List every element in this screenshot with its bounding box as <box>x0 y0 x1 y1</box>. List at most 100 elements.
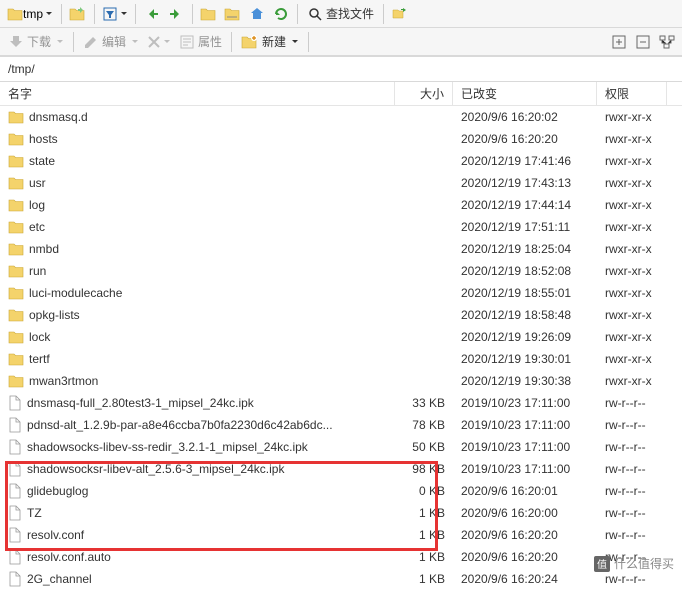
item-perm: rw-r--r-- <box>597 394 667 412</box>
home-button[interactable] <box>246 3 268 25</box>
collapse-button[interactable] <box>632 31 654 53</box>
list-item[interactable]: dnsmasq.d2020/9/6 16:20:02rwxr-xr-x <box>0 106 682 128</box>
folder-root-icon <box>224 6 242 22</box>
separator <box>192 4 193 24</box>
filter-button[interactable] <box>100 3 130 25</box>
filter-icon <box>102 6 118 22</box>
list-item[interactable]: etc2020/12/19 17:51:11rwxr-xr-x <box>0 216 682 238</box>
item-size: 1 KB <box>395 504 453 522</box>
item-name: glidebuglog <box>27 484 88 498</box>
item-name: log <box>29 198 45 212</box>
edit-button[interactable]: 编辑 <box>79 31 143 53</box>
separator <box>135 4 136 24</box>
item-perm: rwxr-xr-x <box>597 108 667 126</box>
dir-selector[interactable]: tmp <box>4 3 56 25</box>
back-button[interactable] <box>141 3 163 25</box>
sync-button[interactable] <box>389 3 411 25</box>
column-perm[interactable]: 权限 <box>597 82 667 105</box>
column-size[interactable]: 大小 <box>395 82 453 105</box>
list-item[interactable]: shadowsocksr-libev-alt_2.5.6-3_mipsel_24… <box>0 458 682 480</box>
item-size: 1 KB <box>395 526 453 544</box>
list-item[interactable]: log2020/12/19 17:44:14rwxr-xr-x <box>0 194 682 216</box>
item-date: 2019/10/23 17:11:00 <box>453 394 597 412</box>
item-date: 2020/9/6 16:20:20 <box>453 548 597 566</box>
pencil-icon <box>83 34 99 50</box>
folder-icon <box>8 110 24 124</box>
column-name[interactable]: 名字 <box>0 82 395 105</box>
item-perm: rw-r--r-- <box>597 482 667 500</box>
list-item[interactable]: 2G_channel1 KB2020/9/6 16:20:24rw-r--r-- <box>0 568 682 590</box>
list-item[interactable]: state2020/12/19 17:41:46rwxr-xr-x <box>0 150 682 172</box>
item-date: 2020/12/19 17:44:14 <box>453 196 597 214</box>
item-date: 2020/9/6 16:20:24 <box>453 570 597 588</box>
item-date: 2020/12/19 18:52:08 <box>453 262 597 280</box>
list-item[interactable]: usr2020/12/19 17:43:13rwxr-xr-x <box>0 172 682 194</box>
list-item[interactable]: luci-modulecache 2020/12/19 18:55:01rwxr-… <box>0 282 682 304</box>
column-date[interactable]: 已改变 <box>453 82 597 105</box>
watermark-icon: 值 <box>594 556 610 572</box>
item-date: 2020/12/19 17:41:46 <box>453 152 597 170</box>
item-perm: rwxr-xr-x <box>597 284 667 302</box>
item-name: etc <box>29 220 45 234</box>
item-name: 2G_channel <box>27 572 92 586</box>
separator <box>231 32 232 52</box>
list-item[interactable]: resolv.conf1 KB2020/9/6 16:20:20rw-r--r-… <box>0 524 682 546</box>
search-button[interactable]: 查找文件 <box>303 3 378 25</box>
download-button[interactable]: 下载 <box>4 31 68 53</box>
list-item[interactable]: glidebuglog0 KB2020/9/6 16:20:01rw-r--r-… <box>0 480 682 502</box>
list-item[interactable]: pdnsd-alt_1.2.9b-par-a8e46ccba7b0fa2230d… <box>0 414 682 436</box>
edit-label: 编辑 <box>102 33 126 50</box>
list-item[interactable]: nmbd2020/12/19 18:25:04rwxr-xr-x <box>0 238 682 260</box>
tree-button[interactable] <box>656 31 678 53</box>
parent-dir-button[interactable] <box>198 3 220 25</box>
folder-icon <box>8 286 24 300</box>
forward-button[interactable] <box>165 3 187 25</box>
folder-open-button[interactable] <box>67 3 89 25</box>
item-date: 2020/9/6 16:20:02 <box>453 108 597 126</box>
new-button[interactable]: 新建 <box>237 31 303 53</box>
list-item[interactable]: mwan3rtmon2020/12/19 19:30:38rwxr-xr-x <box>0 370 682 392</box>
sync-icon <box>392 6 408 22</box>
path-bar[interactable]: /tmp/ <box>0 56 682 82</box>
item-name: opkg-lists <box>29 308 80 322</box>
list-item[interactable]: hosts2020/9/6 16:20:20rwxr-xr-x <box>0 128 682 150</box>
refresh-button[interactable] <box>270 3 292 25</box>
item-name: luci-modulecache <box>29 286 122 300</box>
item-perm: rw-r--r-- <box>597 438 667 456</box>
item-date: 2019/10/23 17:11:00 <box>453 460 597 478</box>
folder-icon <box>8 154 24 168</box>
list-item[interactable]: opkg-lists2020/12/19 18:58:48rwxr-xr-x <box>0 304 682 326</box>
expand-button[interactable] <box>608 31 630 53</box>
list-item[interactable]: resolv.conf.auto1 KB2020/9/6 16:20:20rw-… <box>0 546 682 568</box>
list-item[interactable]: shadowsocks-libev-ss-redir_3.2.1-1_mipse… <box>0 436 682 458</box>
item-date: 2020/12/19 19:30:01 <box>453 350 597 368</box>
item-name: nmbd <box>29 242 59 256</box>
list-body: dnsmasq.d2020/9/6 16:20:02rwxr-xr-xhosts… <box>0 106 682 590</box>
file-icon <box>8 527 22 543</box>
item-date: 2020/12/19 18:55:01 <box>453 284 597 302</box>
list-item[interactable]: TZ1 KB2020/9/6 16:20:00rw-r--r-- <box>0 502 682 524</box>
item-date: 2020/9/6 16:20:20 <box>453 130 597 148</box>
list-item[interactable]: dnsmasq-full_2.80test3-1_mipsel_24kc.ipk… <box>0 392 682 414</box>
file-icon <box>8 549 22 565</box>
root-dir-button[interactable] <box>222 3 244 25</box>
arrow-left-icon <box>144 6 160 22</box>
item-size: 33 KB <box>395 394 453 412</box>
chevron-down-icon <box>45 10 53 18</box>
item-perm: rwxr-xr-x <box>597 328 667 346</box>
item-name: state <box>29 154 55 168</box>
folder-icon <box>8 220 24 234</box>
item-date: 2020/9/6 16:20:00 <box>453 504 597 522</box>
list-item[interactable]: tertf2020/12/19 19:30:01rwxr-xr-x <box>0 348 682 370</box>
item-size <box>395 225 453 229</box>
separator <box>308 32 309 52</box>
delete-button[interactable] <box>145 31 173 53</box>
item-perm: rwxr-xr-x <box>597 372 667 390</box>
path-text: /tmp/ <box>8 62 35 76</box>
search-icon <box>307 6 323 22</box>
item-date: 2020/12/19 17:51:11 <box>453 218 597 236</box>
list-item[interactable]: run2020/12/19 18:52:08rwxr-xr-x <box>0 260 682 282</box>
item-name: TZ <box>27 506 42 520</box>
properties-button[interactable]: 属性 <box>175 31 226 53</box>
list-item[interactable]: lock2020/12/19 19:26:09rwxr-xr-x <box>0 326 682 348</box>
